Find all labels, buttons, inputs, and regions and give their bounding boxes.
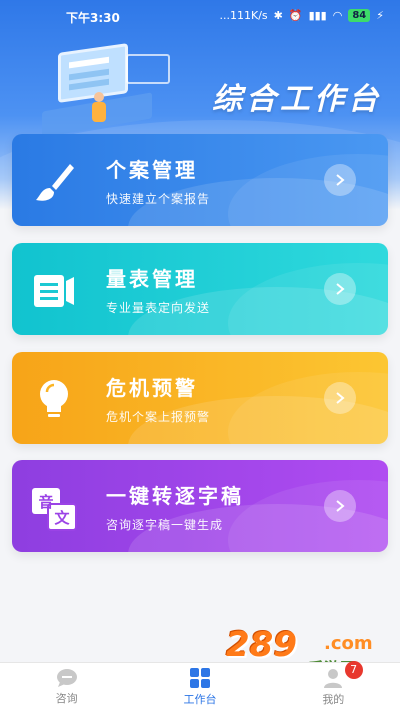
user-icon: [324, 669, 343, 688]
card-crisis-warning[interactable]: 危机预警 危机个案上报预警: [12, 352, 388, 444]
card-subtitle: 危机个案上报预警: [106, 410, 211, 424]
nav-item-consult[interactable]: 咨询: [0, 663, 133, 711]
person-head-illustration: [94, 92, 104, 102]
watermark-domain: .com: [324, 633, 373, 654]
list-document-icon: [30, 267, 78, 315]
watermark-number: 289: [226, 625, 297, 665]
card-subtitle: 咨询逐字稿一键生成: [106, 518, 224, 532]
chat-icon: [56, 669, 77, 687]
card-transcript[interactable]: 音 文 一键转逐字稿 咨询逐字稿一键生成: [12, 460, 388, 552]
chevron-right-icon[interactable]: [324, 490, 356, 522]
person-body-illustration: [92, 102, 106, 122]
card-case-management[interactable]: 个案管理 快速建立个案报告: [12, 134, 388, 226]
translate-icon: 音 文: [30, 484, 78, 532]
card-subtitle: 快速建立个案报告: [106, 192, 211, 206]
wifi-icon: ◠: [332, 9, 343, 22]
header-illustration: [36, 36, 176, 138]
card-title: 个案管理: [106, 158, 198, 182]
notification-badge: 7: [344, 661, 363, 679]
card-scale-management[interactable]: 量表管理 专业量表定向发送: [12, 243, 388, 335]
bluetooth-icon: ✱: [273, 9, 283, 22]
status-time: 下午3:30: [66, 11, 120, 25]
monitor-illustration: [58, 43, 128, 103]
alarm-icon: ⏰: [288, 9, 303, 22]
network-speed: ...111K/s: [219, 9, 268, 22]
chevron-right-icon[interactable]: [324, 382, 356, 414]
chevron-right-icon[interactable]: [324, 273, 356, 305]
nav-item-workbench[interactable]: 工作台: [133, 663, 266, 711]
card-title: 一键转逐字稿: [106, 484, 244, 508]
nav-label: 我的: [322, 693, 345, 706]
page-title: 综合工作台: [212, 82, 382, 117]
lightbulb-icon: [30, 376, 78, 424]
card-subtitle: 专业量表定向发送: [106, 301, 211, 315]
translate-icon-text-a: 音: [38, 493, 53, 511]
paintbrush-icon: [30, 158, 78, 206]
card-title: 危机预警: [106, 376, 198, 400]
grid-icon: [189, 668, 210, 688]
nav-item-mine[interactable]: 我的 7: [267, 661, 400, 711]
signal-icon: ▮▮▮: [308, 9, 327, 22]
translate-icon-text-b: 文: [54, 509, 70, 527]
card-title: 量表管理: [106, 267, 198, 291]
bottom-nav: 咨询 工作台 我的 7: [0, 661, 400, 711]
nav-label: 工作台: [183, 693, 217, 706]
status-right: ...111K/s ✱ ⏰ ▮▮▮ ◠ 84 ⚡: [219, 9, 384, 22]
nav-label: 咨询: [55, 692, 78, 705]
chevron-right-icon[interactable]: [324, 164, 356, 196]
status-bar: 下午3:30 ...111K/s ✱ ⏰ ▮▮▮ ◠ 84 ⚡: [0, 0, 400, 30]
charging-icon: ⚡: [376, 9, 384, 22]
battery-indicator: 84: [348, 9, 371, 22]
floating-panel-illustration: [126, 54, 170, 84]
